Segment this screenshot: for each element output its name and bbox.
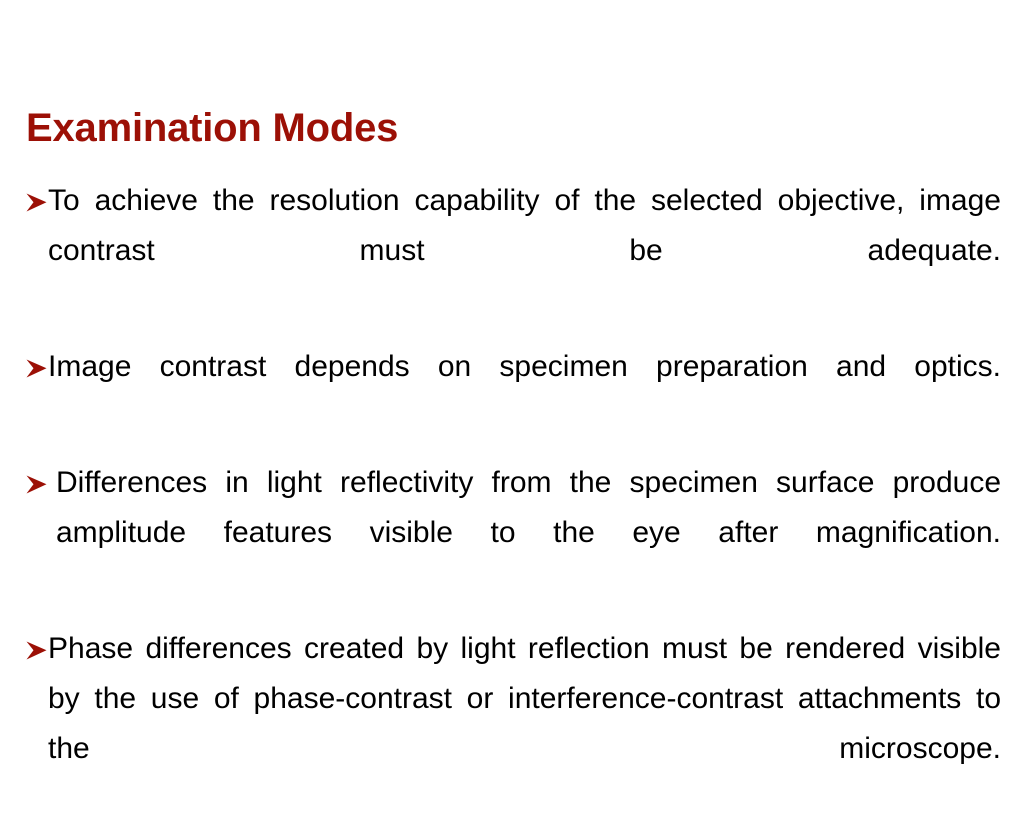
list-item: Differences in light reflectivity from t…	[26, 458, 1001, 608]
bullet-list: To achieve the resolution capability of …	[26, 176, 1001, 824]
presentation-slide: Examination Modes To achieve the resolut…	[0, 0, 1024, 768]
list-item: To achieve the resolution capability of …	[26, 176, 1001, 326]
arrowhead-bullet-icon	[26, 458, 48, 508]
arrowhead-bullet-icon	[26, 624, 48, 674]
arrowhead-bullet-icon	[26, 176, 48, 226]
list-item-label: To achieve the resolution capability of …	[48, 184, 1001, 267]
list-item: Image contrast depends on specimen prepa…	[26, 342, 1001, 442]
page-title: Examination Modes	[26, 106, 399, 150]
list-item-label: Image contrast depends on specimen prepa…	[48, 350, 1001, 383]
arrowhead-bullet-icon	[26, 342, 48, 392]
list-item-label: Phase differences created by light refle…	[48, 632, 1001, 765]
list-item: Phase differences created by light refle…	[26, 624, 1001, 824]
list-item-label: Differences in light reflectivity from t…	[56, 466, 1001, 549]
